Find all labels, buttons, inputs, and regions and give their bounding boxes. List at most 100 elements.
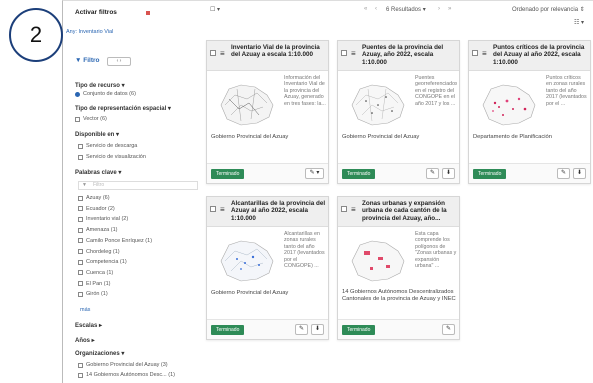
active-filter-link[interactable]: Any: Inventario Vial [66,29,113,35]
keyword-item[interactable]: Azuay (6) [78,195,110,201]
card-header: ≡ Zonas urbanas y expansión urbana de ca… [338,197,459,227]
last-page-button[interactable]: » [448,6,451,12]
card-title[interactable]: Inventario Vial de la provincia del Azua… [231,44,326,59]
card-header: ≡ Inventario Vial de la provincia del Az… [207,41,328,71]
spatial-rep-item[interactable]: Vector (6) [75,116,107,122]
card-footer: Terminado ✎ [338,319,459,339]
card-checkbox[interactable] [472,50,478,56]
download-button[interactable]: ⬇ [442,168,455,179]
map-thumbnail[interactable] [211,231,281,286]
available-item-label: Servicio de descarga [86,143,138,149]
checkbox-icon [78,238,83,244]
card-header: ≡ Puentes de la provincia del Azuay, año… [338,41,459,71]
view-mode-dropdown[interactable]: ☷ ▾ [574,19,584,26]
keyword-item[interactable]: Inventario vial (2) [78,216,128,222]
keyword-item[interactable]: Chordeleg (1) [78,249,120,255]
edit-button[interactable]: ✎ [295,324,308,335]
download-button[interactable]: ⬇ [311,324,324,335]
orgs-title[interactable]: Organizaciones ▾ [75,350,124,357]
results-count-dropdown[interactable]: 6 Resultados ▾ [386,6,426,13]
card-checkbox[interactable] [210,206,216,212]
spatial-rep-title[interactable]: Tipo de representación espacial ▾ [75,105,171,112]
years-label: Años [75,338,90,344]
years-title[interactable]: Años ▸ [75,337,95,344]
checkbox-icon [78,291,83,297]
annotation-circle: 2 [9,8,63,62]
database-icon: ≡ [220,205,225,214]
results-toolbar: ☐ ▾ « ‹ 6 Resultados ▾ › » Ordenado por … [206,6,591,26]
available-label: Disponible en [75,132,115,138]
checkbox-icon [78,195,83,201]
checkbox-icon [78,259,83,265]
keyword-item[interactable]: Girón (1) [78,291,108,297]
result-card[interactable]: ≡ Zonas urbanas y expansión urbana de ca… [337,196,460,340]
card-title[interactable]: Alcantarillas de la provincia del Azuay … [231,200,326,222]
radio-icon [75,91,80,97]
keyword-item[interactable]: Cuenca (1) [78,270,113,276]
card-checkbox[interactable] [210,50,216,56]
sort-dropdown[interactable]: Ordenado por relevancia ⇕ [512,6,585,13]
map-thumbnail[interactable] [342,75,412,130]
resource-type-title[interactable]: Tipo de recurso ▾ [75,82,125,89]
edit-button[interactable]: ✎ [426,168,439,179]
keyword-item[interactable]: El Pan (1) [78,281,110,287]
first-page-button[interactable]: « [364,6,367,12]
available-item[interactable]: Servicio de descarga [78,143,137,149]
status-badge: Terminado [211,325,245,335]
keywords-filter-placeholder: Filtro [93,182,105,188]
clear-filters-icon[interactable] [146,11,150,15]
keyword-item[interactable]: Amenaza (1) [78,227,118,233]
available-item[interactable]: Servicio de visualización [78,154,146,160]
card-title[interactable]: Zonas urbanas y expansión urbana de cada… [362,200,457,222]
edit-dropdown-button[interactable]: ✎ ▾ [305,168,324,179]
card-checkbox[interactable] [341,50,347,56]
available-title[interactable]: Disponible en ▾ [75,131,119,138]
scales-title[interactable]: Escalas ▸ [75,322,102,329]
card-title[interactable]: Puntos críticos de la provincia del Azua… [493,44,588,66]
edit-button[interactable]: ✎ [557,168,570,179]
card-organization: Gobierno Provincial del Azuay [211,290,289,296]
card-footer: Terminado ✎ ⬇ [207,319,328,339]
keyword-item[interactable]: Ecuador (2) [78,206,115,212]
card-title[interactable]: Puentes de la provincia del Azuay, año 2… [362,44,457,66]
download-button[interactable]: ⬇ [573,168,586,179]
database-icon: ≡ [351,49,356,58]
result-card[interactable]: ≡ Puntos críticos de la provincia del Az… [468,40,591,184]
map-thumbnail[interactable] [473,75,543,130]
card-footer: Terminado ✎ ▾ [207,163,328,183]
active-filters-title: Activar filtros [75,9,117,16]
filter-title-label: Filtro [83,57,100,64]
card-header: ≡ Puntos críticos de la provincia del Az… [469,41,590,71]
next-page-button[interactable]: › [438,6,440,12]
select-all-dropdown[interactable]: ☐ ▾ [210,6,220,13]
keyword-item-label: Competencia (1) [86,259,127,266]
keyword-item[interactable]: Competencia (1) [78,259,127,265]
map-thumbnail[interactable] [211,75,281,130]
filter-pager[interactable]: ‹ › [107,57,131,66]
checkbox-icon [78,143,83,149]
more-keywords-link[interactable]: más [80,307,90,313]
checkbox-icon [78,362,83,368]
prev-page-button[interactable]: ‹ [375,6,377,12]
keywords-filter-input[interactable]: ▼ Filtro [78,181,198,190]
keyword-item[interactable]: Camilo Ponce Enríquez (1) [78,238,152,244]
database-icon: ≡ [351,205,356,214]
card-description: Alcantarillas en zonas rurales tanto del… [284,231,325,270]
result-card[interactable]: ≡ Alcantarillas de la provincia del Azua… [206,196,329,340]
map-thumbnail[interactable] [342,231,412,286]
edit-button[interactable]: ✎ [442,324,455,335]
status-badge: Terminado [342,169,376,179]
keyword-item-label: Ecuador (2) [86,205,115,212]
keyword-item-label: Inventario vial (2) [86,216,129,223]
checkbox-icon [78,270,83,276]
card-checkbox[interactable] [341,206,347,212]
org-item[interactable]: 14 Gobiernos Autónomos Desc... (1) [78,372,175,378]
org-item[interactable]: Gobierno Provincial del Azuay (3) [78,362,168,368]
keywords-title[interactable]: Palabras clave ▾ [75,169,121,176]
card-organization: Gobierno Provincial del Azuay [342,134,420,140]
result-card[interactable]: ≡ Puentes de la provincia del Azuay, año… [337,40,460,184]
result-card[interactable]: ≡ Inventario Vial de la provincia del Az… [206,40,329,184]
resource-type-item[interactable]: Conjunto de datos (6) [75,91,136,97]
checkbox-icon [78,249,83,254]
keywords-label: Palabras clave [75,170,117,176]
